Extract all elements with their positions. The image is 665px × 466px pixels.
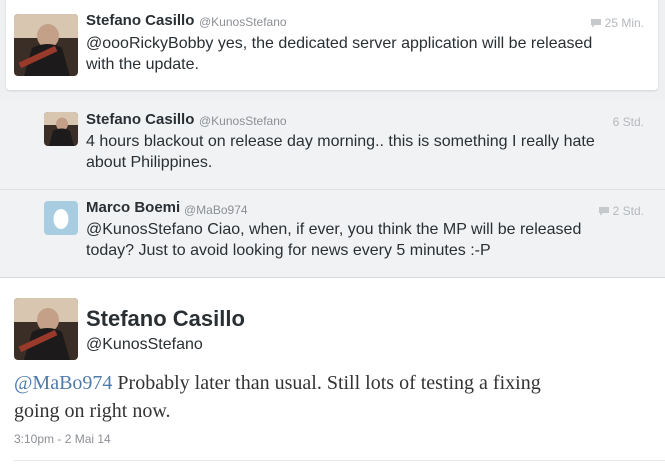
tweet-time: 6 Std. <box>613 115 644 129</box>
tweet-text-segment: Probably later than usual. Still lots of… <box>112 372 541 394</box>
tweet-time-label: 6 Std. <box>612 115 644 129</box>
tweet-text-line: 4 hours blackout on release day morning.… <box>86 133 595 150</box>
tweet-text-line: @MaBo974 Probably later than usual. Stil… <box>14 372 541 394</box>
tweet-text: @oooRickyBobby yes, the dedicated server… <box>86 33 592 75</box>
detail-author-name[interactable]: Stefano Casillo <box>86 306 245 332</box>
tweet-text-line: today? Just to avoid looking for news ev… <box>86 242 491 259</box>
tweet-author-handle[interactable]: @KunosStefano <box>199 114 287 128</box>
detail-timestamp[interactable]: 3:10pm - 2 Mai 14 <box>14 432 111 446</box>
tweet-text-line: @oooRickyBobby yes, the dedicated server… <box>86 35 593 52</box>
speech-bubble-icon <box>590 19 601 28</box>
avatar[interactable] <box>44 201 78 235</box>
tweet-time: 2 Std. <box>598 204 644 218</box>
tweet-time-label: 25 Min. <box>604 16 644 30</box>
tweet-text-line: @KunosStefano Ciao, when, if ever, you t… <box>86 221 582 238</box>
tweet-time: 25 Min. <box>590 16 644 30</box>
tweet-author-handle[interactable]: @KunosStefano <box>199 15 287 29</box>
tweet-text-line: about Philippines. <box>86 154 213 171</box>
speech-bubble-icon <box>598 207 609 216</box>
tweet-text-line: going on right now. <box>14 400 171 422</box>
tweet-author-name[interactable]: Stefano Casillo <box>86 12 194 29</box>
avatar[interactable] <box>44 112 78 146</box>
divider <box>0 189 665 190</box>
detail-tweet-text: @MaBo974 Probably later than usual. Stil… <box>14 369 541 425</box>
tweet-author-name[interactable]: Stefano Casillo <box>86 111 194 128</box>
avatar[interactable] <box>14 14 78 76</box>
avatar[interactable] <box>14 298 78 360</box>
mention-link[interactable]: @MaBo974 <box>14 372 112 394</box>
divider <box>14 460 665 461</box>
egg-avatar-icon <box>44 201 78 235</box>
avatar-photo <box>44 112 78 146</box>
avatar-photo <box>14 14 78 76</box>
avatar-photo <box>14 298 78 360</box>
tweet-text: @KunosStefano Ciao, when, if ever, you t… <box>86 219 581 261</box>
tweet-text-line: with the update. <box>86 56 199 73</box>
tweet-time-label: 2 Std. <box>612 204 644 218</box>
tweet-author-handle[interactable]: @MaBo974 <box>184 203 248 217</box>
tweet-text: 4 hours blackout on release day morning.… <box>86 131 595 173</box>
tweet-author-name[interactable]: Marco Boemi <box>86 199 180 216</box>
detail-author-handle[interactable]: @KunosStefano <box>86 336 203 354</box>
